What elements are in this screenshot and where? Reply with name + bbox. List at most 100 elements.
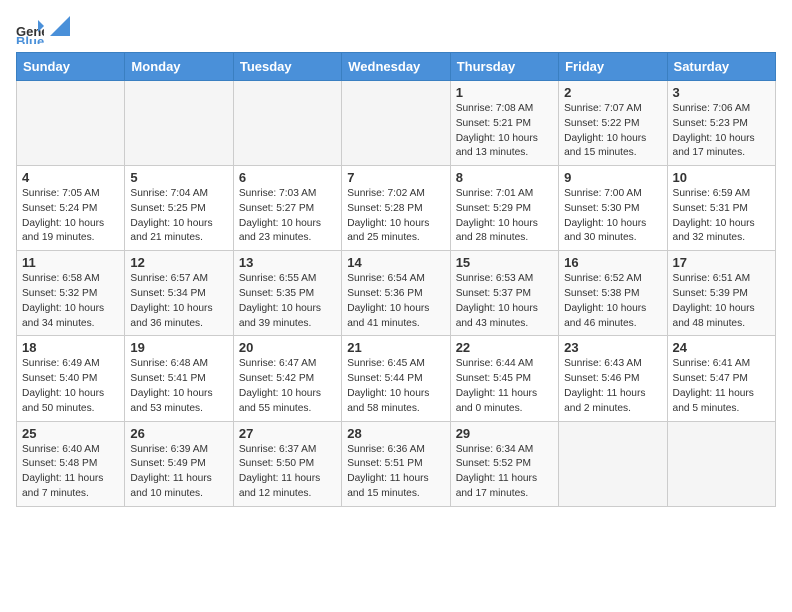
calendar-cell: 5Sunrise: 7:04 AM Sunset: 5:25 PM Daylig… [125,166,233,251]
day-info: Sunrise: 6:53 AM Sunset: 5:37 PM Dayligh… [456,272,553,331]
day-info: Sunrise: 6:58 AM Sunset: 5:32 PM Dayligh… [22,272,119,331]
day-info: Sunrise: 6:51 AM Sunset: 5:39 PM Dayligh… [673,272,770,331]
day-info: Sunrise: 6:47 AM Sunset: 5:42 PM Dayligh… [239,357,336,416]
day-number: 25 [22,426,119,441]
calendar-week-4: 18 Sunrise: 6:49 AM Sunset: 5:40 PM Dayli… [17,336,776,421]
calendar-cell: 26 Sunrise: 6:39 AM Sunset: 5:49 PM Dayli… [125,421,233,506]
day-number: 26 [130,426,227,441]
logo: General Blue [16,16,70,44]
day-info: Sunrise: 6:57 AM Sunset: 5:34 PM Dayligh… [130,272,227,331]
calendar-cell [342,81,450,166]
calendar-cell: 19 Sunrise: 6:48 AM Sunset: 5:41 PM Dayli… [125,336,233,421]
day-number: 27 [239,426,336,441]
weekday-header-wednesday: Wednesday [342,53,450,81]
day-info: Sunrise: 7:05 AM Sunset: 5:24 PM Dayligh… [22,187,119,246]
day-info: Sunrise: 6:36 AM Sunset: 5:51 PM Dayligh… [347,443,444,502]
calendar-cell [559,421,667,506]
day-info: Sunrise: 6:44 AM Sunset: 5:45 PM Dayligh… [456,357,553,416]
calendar-cell: 29 Sunrise: 6:34 AM Sunset: 5:52 PM Dayli… [450,421,558,506]
day-info: Sunrise: 7:06 AM Sunset: 5:23 PM Dayligh… [673,102,770,161]
day-number: 10 [673,170,770,185]
calendar-cell [667,421,775,506]
day-number: 20 [239,340,336,355]
day-info: Sunrise: 6:40 AM Sunset: 5:48 PM Dayligh… [22,443,119,502]
weekday-header-thursday: Thursday [450,53,558,81]
weekday-header-saturday: Saturday [667,53,775,81]
logo-triangle-icon [50,16,70,36]
day-number: 22 [456,340,553,355]
calendar-cell: 6Sunrise: 7:03 AM Sunset: 5:27 PM Daylig… [233,166,341,251]
calendar-cell: 22 Sunrise: 6:44 AM Sunset: 5:45 PM Dayli… [450,336,558,421]
day-number: 28 [347,426,444,441]
weekday-header-monday: Monday [125,53,233,81]
calendar-cell: 16 Sunrise: 6:52 AM Sunset: 5:38 PM Dayli… [559,251,667,336]
day-number: 29 [456,426,553,441]
day-info: Sunrise: 6:43 AM Sunset: 5:46 PM Dayligh… [564,357,661,416]
calendar-cell: 21 Sunrise: 6:45 AM Sunset: 5:44 PM Dayli… [342,336,450,421]
calendar-cell: 9 Sunrise: 7:00 AM Sunset: 5:30 PM Daylig… [559,166,667,251]
day-info: Sunrise: 6:49 AM Sunset: 5:40 PM Dayligh… [22,357,119,416]
calendar-cell: 3 Sunrise: 7:06 AM Sunset: 5:23 PM Daylig… [667,81,775,166]
day-number: 3 [673,85,770,100]
day-info: Sunrise: 6:41 AM Sunset: 5:47 PM Dayligh… [673,357,770,416]
weekday-header-tuesday: Tuesday [233,53,341,81]
day-number: 13 [239,255,336,270]
calendar-cell: 18 Sunrise: 6:49 AM Sunset: 5:40 PM Dayli… [17,336,125,421]
calendar-cell: 14 Sunrise: 6:54 AM Sunset: 5:36 PM Dayli… [342,251,450,336]
day-number: 17 [673,255,770,270]
calendar-cell: 17 Sunrise: 6:51 AM Sunset: 5:39 PM Dayli… [667,251,775,336]
day-info: Sunrise: 7:04 AM Sunset: 5:25 PM Dayligh… [130,187,227,246]
day-info: Sunrise: 6:59 AM Sunset: 5:31 PM Dayligh… [673,187,770,246]
day-number: 1 [456,85,553,100]
day-number: 9 [564,170,661,185]
day-info: Sunrise: 7:00 AM Sunset: 5:30 PM Dayligh… [564,187,661,246]
day-info: Sunrise: 6:34 AM Sunset: 5:52 PM Dayligh… [456,443,553,502]
day-number: 7 [347,170,444,185]
day-number: 19 [130,340,227,355]
calendar-cell: 4 Sunrise: 7:05 AM Sunset: 5:24 PM Daylig… [17,166,125,251]
calendar-cell: 2 Sunrise: 7:07 AM Sunset: 5:22 PM Daylig… [559,81,667,166]
logo-icon: General Blue [16,16,44,44]
day-number: 11 [22,255,119,270]
day-info: Sunrise: 6:39 AM Sunset: 5:49 PM Dayligh… [130,443,227,502]
day-number: 15 [456,255,553,270]
day-number: 24 [673,340,770,355]
day-number: 16 [564,255,661,270]
calendar-cell: 11 Sunrise: 6:58 AM Sunset: 5:32 PM Dayli… [17,251,125,336]
calendar-week-2: 4 Sunrise: 7:05 AM Sunset: 5:24 PM Daylig… [17,166,776,251]
day-number: 18 [22,340,119,355]
calendar-cell: 7Sunrise: 7:02 AM Sunset: 5:28 PM Daylig… [342,166,450,251]
weekday-header-sunday: Sunday [17,53,125,81]
calendar-cell: 1 Sunrise: 7:08 AM Sunset: 5:21 PM Daylig… [450,81,558,166]
weekday-header-friday: Friday [559,53,667,81]
calendar-table: SundayMondayTuesdayWednesdayThursdayFrid… [16,52,776,507]
day-number: 4 [22,170,119,185]
calendar-cell: 25 Sunrise: 6:40 AM Sunset: 5:48 PM Dayli… [17,421,125,506]
day-info: Sunrise: 6:48 AM Sunset: 5:41 PM Dayligh… [130,357,227,416]
day-number: 12 [130,255,227,270]
page-header: General Blue [16,16,776,44]
day-number: 14 [347,255,444,270]
calendar-cell [233,81,341,166]
calendar-cell: 12 Sunrise: 6:57 AM Sunset: 5:34 PM Dayli… [125,251,233,336]
calendar-cell: 15 Sunrise: 6:53 AM Sunset: 5:37 PM Dayli… [450,251,558,336]
day-info: Sunrise: 7:07 AM Sunset: 5:22 PM Dayligh… [564,102,661,161]
calendar-week-1: 1 Sunrise: 7:08 AM Sunset: 5:21 PM Daylig… [17,81,776,166]
day-info: Sunrise: 6:54 AM Sunset: 5:36 PM Dayligh… [347,272,444,331]
day-number: 2 [564,85,661,100]
calendar-cell: 8Sunrise: 7:01 AM Sunset: 5:29 PM Daylig… [450,166,558,251]
day-info: Sunrise: 7:08 AM Sunset: 5:21 PM Dayligh… [456,102,553,161]
day-info: Sunrise: 6:52 AM Sunset: 5:38 PM Dayligh… [564,272,661,331]
calendar-cell: 20 Sunrise: 6:47 AM Sunset: 5:42 PM Dayli… [233,336,341,421]
day-info: Sunrise: 6:45 AM Sunset: 5:44 PM Dayligh… [347,357,444,416]
calendar-cell: 27Sunrise: 6:37 AM Sunset: 5:50 PM Dayli… [233,421,341,506]
day-number: 6 [239,170,336,185]
calendar-header: SundayMondayTuesdayWednesdayThursdayFrid… [17,53,776,81]
calendar-cell: 24 Sunrise: 6:41 AM Sunset: 5:47 PM Dayli… [667,336,775,421]
calendar-cell [125,81,233,166]
day-number: 23 [564,340,661,355]
day-number: 21 [347,340,444,355]
calendar-cell [17,81,125,166]
calendar-cell: 28 Sunrise: 6:36 AM Sunset: 5:51 PM Dayli… [342,421,450,506]
svg-text:Blue: Blue [16,34,44,44]
